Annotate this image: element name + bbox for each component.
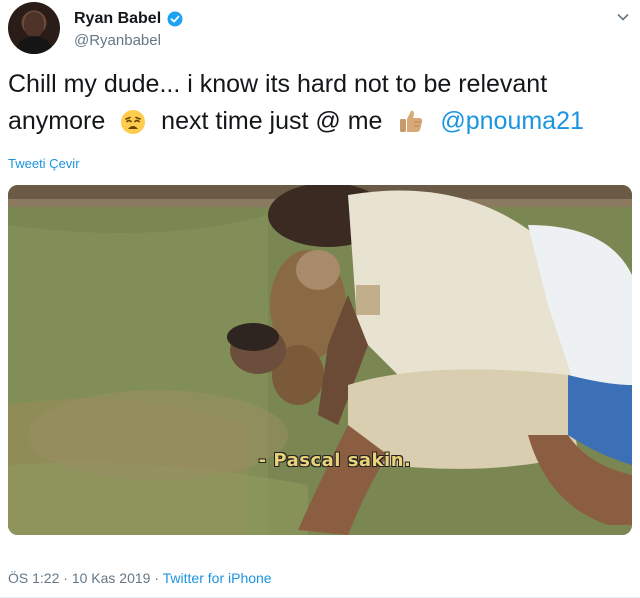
display-name[interactable]: Ryan Babel <box>74 10 161 28</box>
tweet-meta: ÖS 1:22 · 10 Kas 2019 · Twitter for iPho… <box>8 570 272 586</box>
thumbs-up-icon <box>397 107 425 146</box>
tweet-text: Chill my dude... i know its hard not to … <box>8 66 628 146</box>
avatar-face <box>24 12 44 38</box>
avatar-shirt <box>14 36 54 54</box>
verified-icon <box>167 11 183 27</box>
meta-separator: · <box>154 570 160 586</box>
user-handle[interactable]: @Ryanbabel <box>74 32 161 49</box>
tweet-time[interactable]: ÖS 1:22 <box>8 570 59 586</box>
video-subtitle: - Pascal sakin. <box>258 450 412 471</box>
avatar[interactable] <box>8 2 60 54</box>
tweet-text-part2: next time just @ me <box>161 107 383 135</box>
mention-link[interactable]: @pnouma21 <box>440 107 584 135</box>
translate-tweet-link[interactable]: Tweeti Çevir <box>8 156 80 171</box>
meta-separator: · <box>63 570 68 586</box>
tweet-header: Ryan Babel @Ryanbabel <box>8 2 632 54</box>
tweet-date[interactable]: 10 Kas 2019 <box>72 570 151 586</box>
tweet-source-link[interactable]: Twitter for iPhone <box>163 570 272 586</box>
weary-face-icon <box>120 109 146 146</box>
tweet-media-image[interactable]: - Pascal sakin. <box>8 185 632 535</box>
video-still <box>8 185 632 535</box>
name-row: Ryan Babel <box>74 10 183 28</box>
chevron-down-icon[interactable] <box>616 10 630 24</box>
